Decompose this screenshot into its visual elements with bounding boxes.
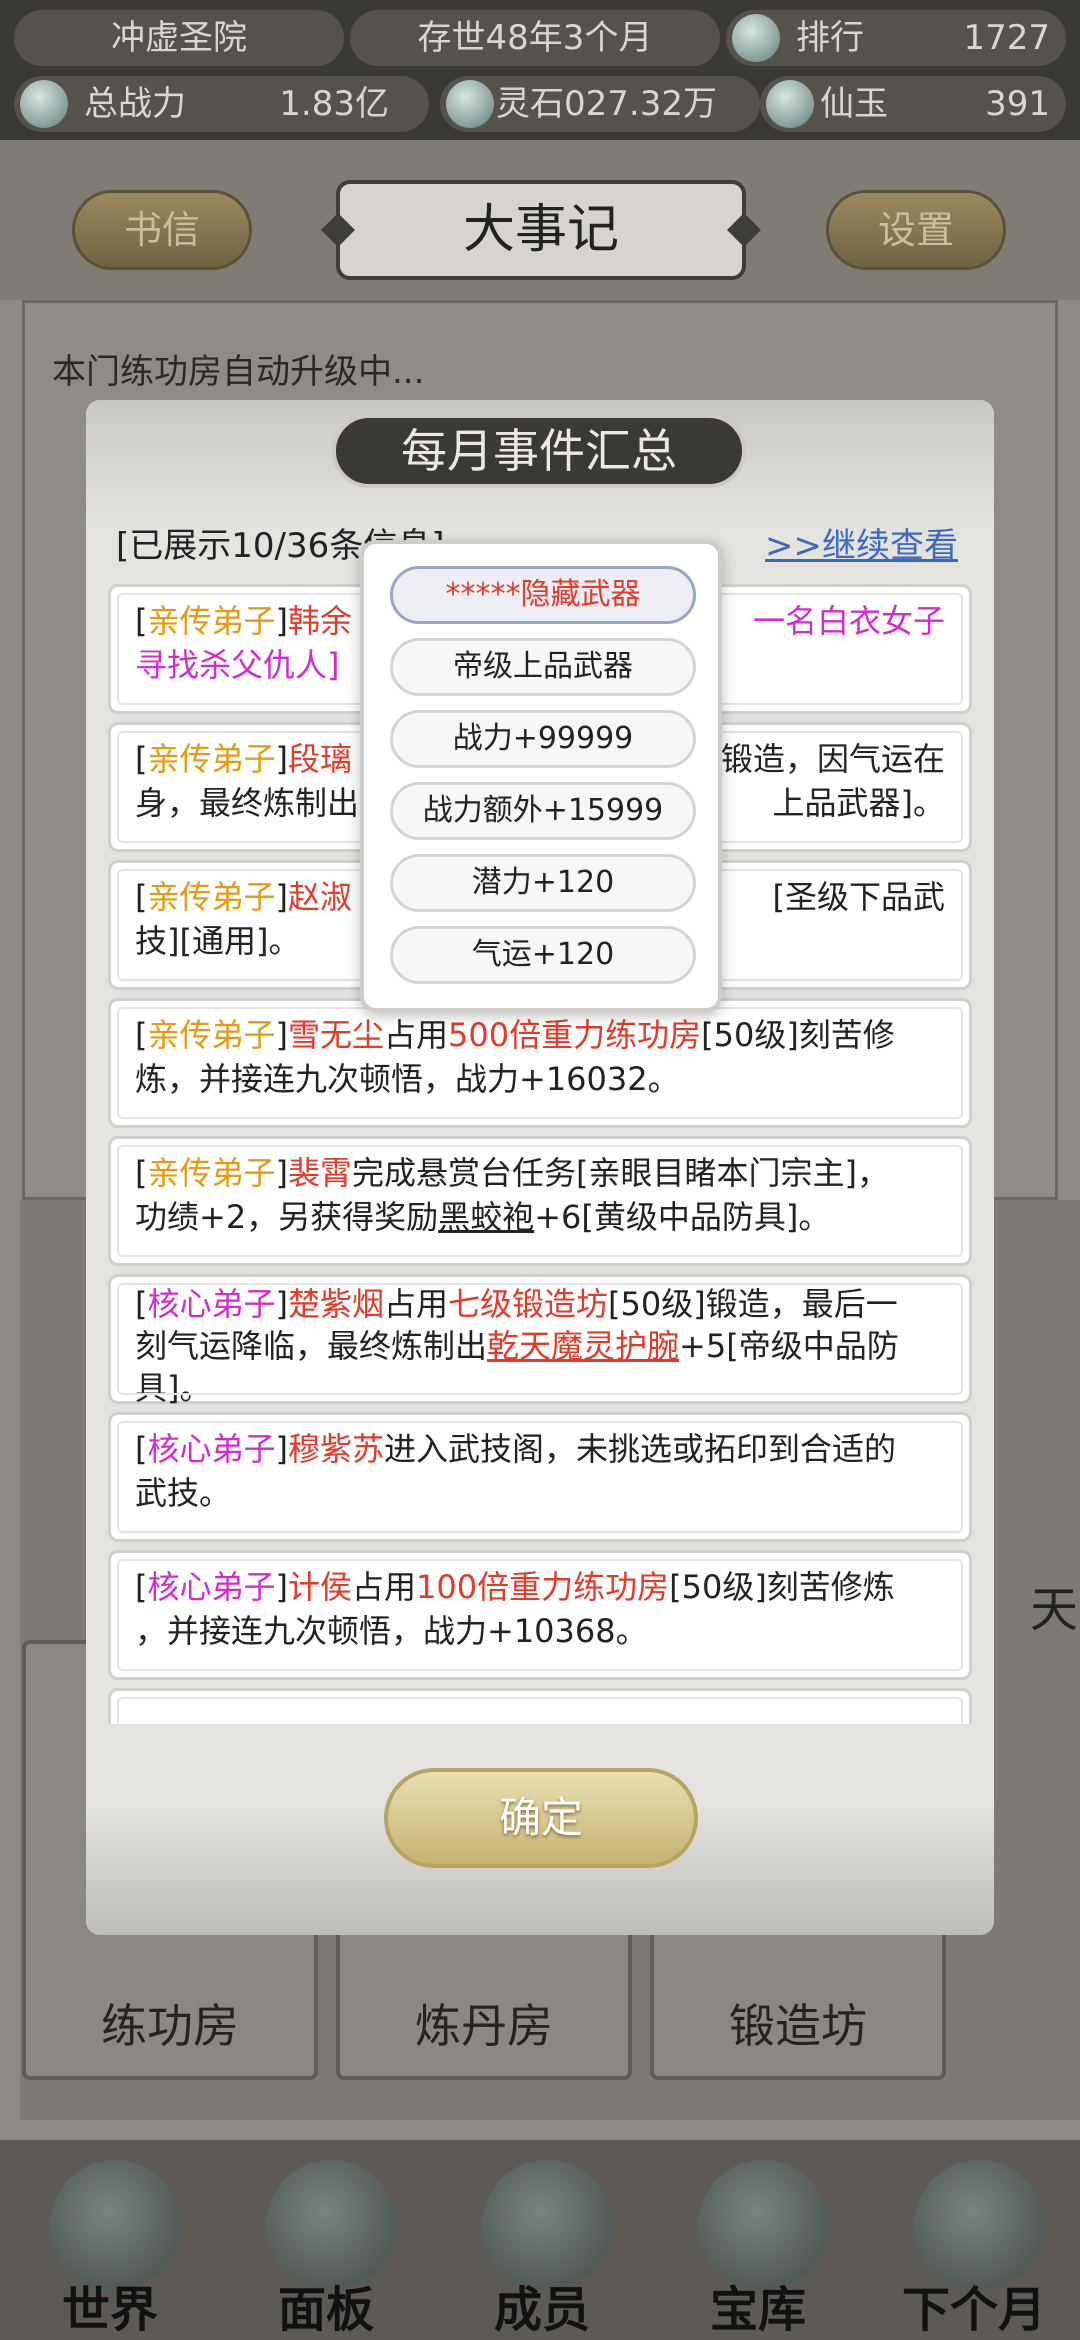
disciple-rank: 亲传弟子 (147, 878, 276, 916)
spirit-stone-value: 灵石027.32万 (496, 84, 717, 124)
disciple-name: 裴霄 (287, 1154, 352, 1192)
top-status-bar: 冲虚圣院 存世48年3个月 排行 1727 总战力 1.83亿 灵石027.32… (0, 0, 1080, 140)
event-item: [核心弟子]楚紫烟占用七级锻造坊[50级]锻造，最后一 刻气运降临，最终炼制出乾天… (108, 1274, 972, 1407)
settings-button[interactable]: 设置 (826, 190, 1006, 270)
rank-value: 1727 (963, 18, 1050, 58)
letter-button[interactable]: 书信 (72, 190, 252, 270)
weapon-grade: 帝级上品武器 (390, 638, 696, 696)
sect-name: 冲虚圣院 (111, 18, 247, 58)
crafted-item-link[interactable]: 乾天魔灵护腕 (487, 1327, 679, 1365)
disciple-name: 雪无尘 (287, 1016, 384, 1054)
diamond-ornament-icon (727, 213, 761, 247)
nav-next-month[interactable]: 下个月 (884, 2160, 1064, 2340)
facility-name: 七级锻造坊 (448, 1285, 609, 1323)
spirit-stone-icon (446, 80, 494, 128)
event-item: [亲传弟子]雪无尘占用500倍重力练功房[50级]刻苦修 炼，并接连九次顿悟，战力… (108, 998, 972, 1128)
page-title: 大事记 (321, 180, 761, 280)
power-icon (20, 80, 68, 128)
rank-pill[interactable]: 排行 1727 (726, 10, 1066, 66)
immortal-jade-label: 仙玉 (820, 84, 888, 124)
disciple-rank: 亲传弟子 (147, 602, 276, 640)
event-item: [核心弟子]穆紫苏进入武技阁，未挑选或拓印到合适的 武技。 (108, 1412, 972, 1542)
weapon-extra-power: 战力额外+15999 (390, 782, 696, 840)
immortal-jade-pill[interactable]: 仙玉 391 (760, 76, 1066, 132)
immortal-jade-icon (766, 80, 814, 128)
disciple-rank: 亲传弟子 (147, 740, 276, 778)
building-label: 炼丹房 (415, 1999, 553, 2053)
disciple-rank: 亲传弟子 (147, 1016, 276, 1054)
weapon-power: 战力+99999 (390, 710, 696, 768)
power-pill: 总战力 1.83亿 (14, 76, 429, 132)
disciple-name: 楚紫烟 (287, 1285, 384, 1323)
spirit-stone-pill: 灵石027.32万 (440, 76, 760, 132)
power-label: 总战力 (84, 84, 186, 124)
nav-label: 面板 (277, 2282, 374, 2338)
page-title-text: 大事记 (462, 200, 619, 260)
nav-members[interactable]: 成员 (452, 2160, 632, 2340)
disciple-rank: 核心弟子 (147, 1568, 276, 1606)
event-item (108, 1688, 972, 1724)
nav-treasury[interactable]: 宝库 (668, 2160, 848, 2340)
nav-world[interactable]: 世界 (20, 2160, 200, 2340)
power-value: 1.83亿 (279, 84, 389, 124)
nav-label: 成员 (493, 2282, 590, 2338)
weapon-name: *****隐藏武器 (390, 566, 696, 624)
time-pill: 存世48年3个月 (350, 10, 720, 66)
item-detail-popup: *****隐藏武器 帝级上品武器 战力+99999 战力额外+15999 潜力+… (360, 540, 722, 1012)
chronicle-first-line: 本门练功房自动升级中... (52, 352, 425, 392)
rank-icon (732, 14, 780, 62)
continue-view-link[interactable]: >>继续查看 (765, 518, 958, 567)
side-card-label: 天 (1030, 1582, 1079, 1638)
building-label: 锻造坊 (729, 1999, 867, 2053)
disciple-rank: 亲传弟子 (147, 1154, 276, 1192)
nav-panel[interactable]: 面板 (236, 2160, 416, 2340)
sect-name-pill[interactable]: 冲虚圣院 (14, 10, 344, 66)
disciple-name: 穆紫苏 (287, 1430, 384, 1468)
nav-label: 世界 (61, 2282, 158, 2338)
disciple-rank: 核心弟子 (147, 1285, 276, 1323)
nav-label: 下个月 (901, 2282, 1046, 2338)
weapon-luck: 气运+120 (390, 926, 696, 984)
disciple-name: 赵淑 (287, 878, 352, 916)
world-time: 存世48年3个月 (417, 18, 653, 58)
nav-label: 宝库 (709, 2282, 806, 2338)
building-label: 练功房 (101, 1999, 239, 2053)
event-item: [核心弟子]计侯占用100倍重力练功房[50级]刻苦修炼 ，并接连九次顿悟，战力+… (108, 1550, 972, 1680)
reward-item-link[interactable]: 黑蛟袍 (438, 1198, 534, 1236)
chronicle-header: 书信 大事记 设置 (0, 140, 1080, 300)
rank-label: 排行 (796, 18, 864, 58)
disciple-name: 韩余 (287, 602, 352, 640)
diamond-ornament-icon (321, 213, 355, 247)
disciple-name: 计侯 (287, 1568, 352, 1606)
confirm-button[interactable]: 确定 (384, 1768, 698, 1868)
dialog-title: 每月事件汇总 (332, 414, 746, 488)
immortal-jade-value: 391 (985, 84, 1050, 124)
disciple-rank: 核心弟子 (147, 1430, 276, 1468)
weapon-potential: 潜力+120 (390, 854, 696, 912)
facility-name: 100倍重力练功房 (416, 1568, 670, 1606)
facility-name: 500倍重力练功房 (448, 1016, 702, 1054)
event-item: [亲传弟子]裴霄完成悬赏台任务[亲眼目睹本门宗主]， 功绩+2，另获得奖励黑蛟袍+… (108, 1136, 972, 1266)
disciple-name: 段璃 (287, 740, 352, 778)
